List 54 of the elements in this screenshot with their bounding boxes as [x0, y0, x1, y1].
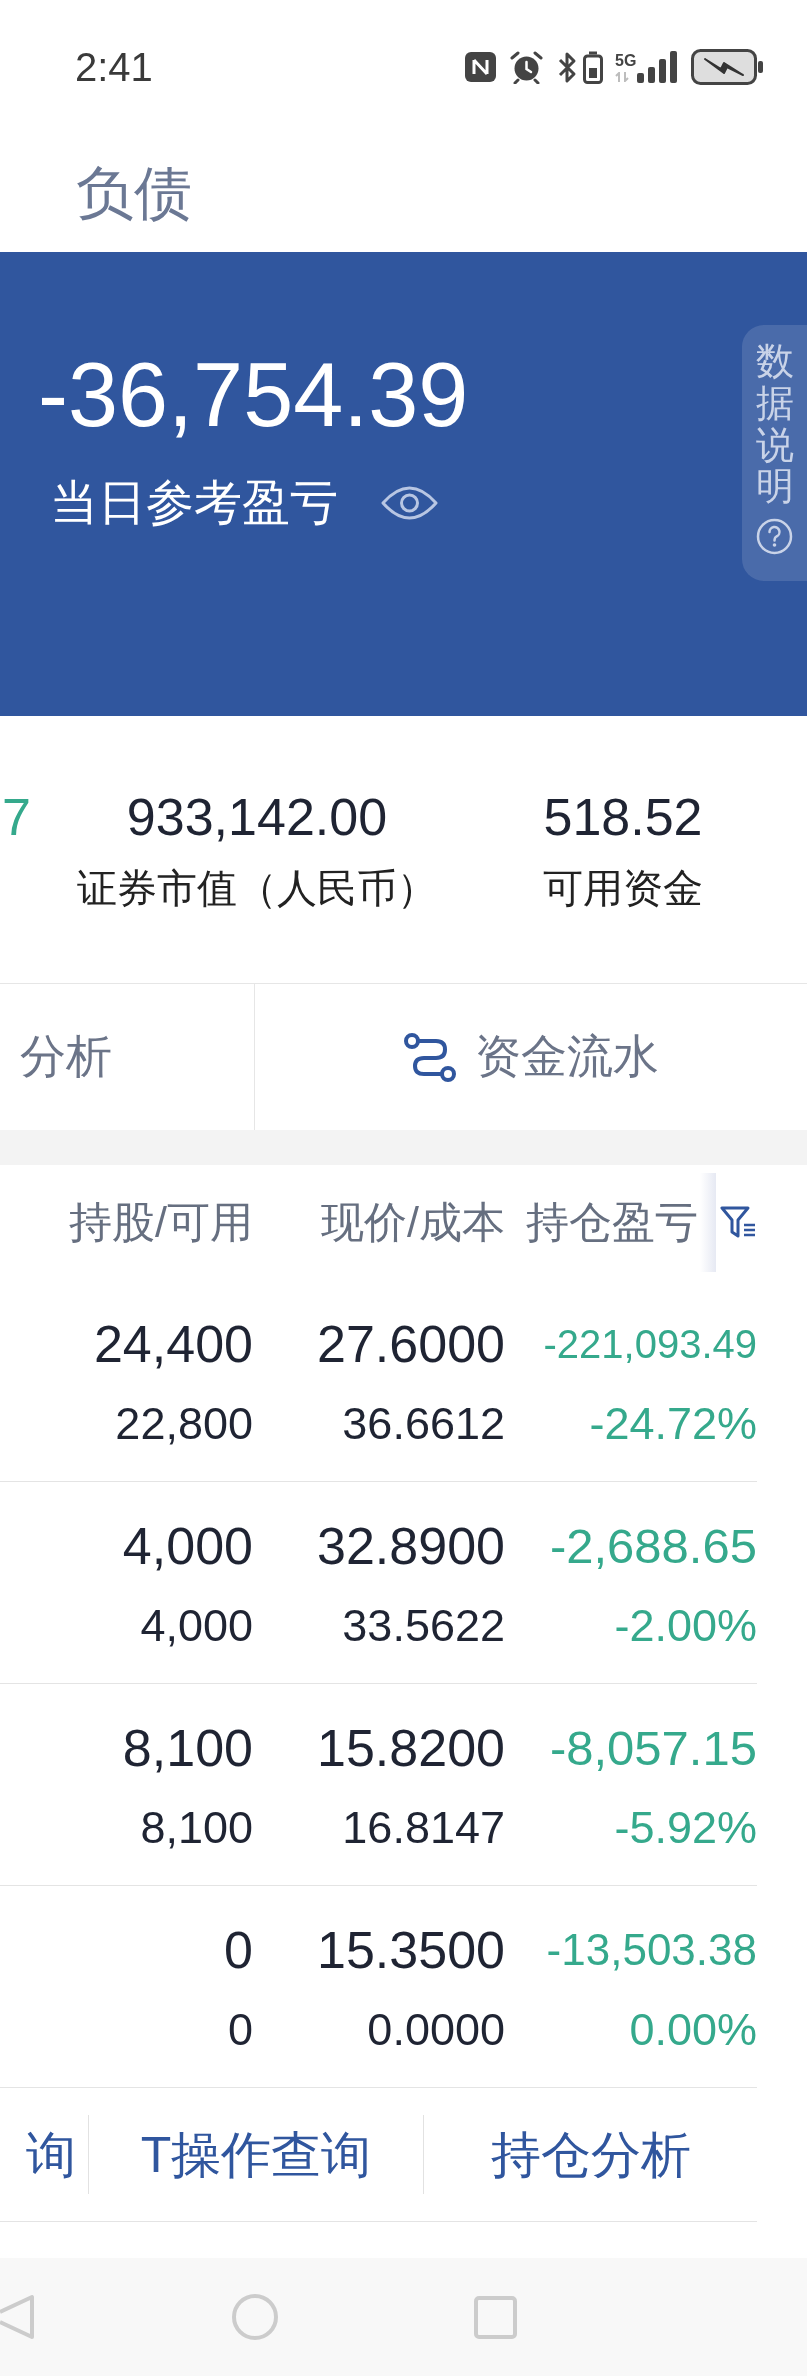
shares-held: 0 — [224, 1921, 253, 1979]
shares-available: 0 — [227, 2003, 253, 2057]
signal-icon — [637, 51, 678, 83]
query-link[interactable]: T操作查询 — [89, 2124, 423, 2185]
shares-available: 4,000 — [140, 1599, 253, 1653]
nfc-icon — [465, 52, 496, 82]
data-info-tab[interactable]: 数据说明 — [742, 325, 807, 581]
flow-icon — [403, 1031, 457, 1083]
current-price: 15.8200 — [317, 1719, 505, 1777]
profit-percent: 0.00% — [629, 2003, 757, 2057]
current-price: 27.6000 — [317, 1315, 505, 1373]
back-icon[interactable] — [0, 2294, 35, 2340]
query-link[interactable]: 询 — [0, 2124, 88, 2185]
shares-held: 4,000 — [122, 1517, 253, 1575]
shortcut-button[interactable]: 资金流水 — [255, 984, 807, 1130]
cost-price: 16.8147 — [342, 1801, 505, 1855]
column-header[interactable]: 持股/可用 — [69, 1193, 253, 1252]
query-link[interactable]: 持仓分析 — [424, 2124, 757, 2185]
cost-price: 36.6612 — [342, 1397, 505, 1451]
battery-charging-icon — [691, 49, 764, 85]
alarm-icon — [509, 50, 544, 84]
help-icon — [756, 518, 793, 556]
shares-held: 8,100 — [122, 1719, 253, 1777]
daily-profit-value: -36,754.39 — [38, 349, 469, 441]
position-profit: -8,057.15 — [549, 1720, 757, 1777]
daily-profit-label: 当日参考盈亏 — [50, 475, 338, 531]
tab[interactable]: 负债 — [76, 160, 192, 226]
shares-held: 24,400 — [93, 1315, 253, 1373]
shares-available: 22,800 — [115, 1397, 253, 1451]
battery-saver-icon — [583, 50, 603, 84]
home-icon[interactable] — [232, 2294, 278, 2340]
stat-value: 933,142.00 — [126, 787, 388, 847]
position-profit: -2,688.65 — [549, 1518, 757, 1575]
column-header[interactable]: 持仓盈亏 — [526, 1193, 698, 1252]
current-price: 15.3500 — [317, 1921, 505, 1979]
cost-price: 33.5622 — [342, 1599, 505, 1653]
status-time: 2:41 — [75, 44, 153, 90]
recents-icon[interactable] — [474, 2295, 517, 2339]
position-profit: -13,503.38 — [546, 1924, 757, 1976]
column-header[interactable]: 现价/成本 — [321, 1193, 505, 1252]
stat-value: 518.52 — [543, 787, 703, 847]
filter-icon[interactable] — [720, 1205, 757, 1240]
stat-label: 证券市值（人民币） — [77, 865, 437, 912]
cost-price: 0.0000 — [367, 2003, 505, 2057]
stat-label: 可用资金 — [543, 865, 703, 912]
current-price: 32.8900 — [317, 1517, 505, 1575]
stat-value: 7 — [2, 787, 31, 847]
profit-percent: -2.00% — [614, 1599, 757, 1653]
profit-percent: -5.92% — [614, 1801, 757, 1855]
profit-percent: -24.72% — [589, 1397, 757, 1451]
data-activity-icon — [615, 72, 629, 82]
shares-available: 8,100 — [140, 1801, 253, 1855]
position-profit: -221,093.49 — [543, 1321, 757, 1368]
network-type: 5G — [615, 52, 637, 70]
